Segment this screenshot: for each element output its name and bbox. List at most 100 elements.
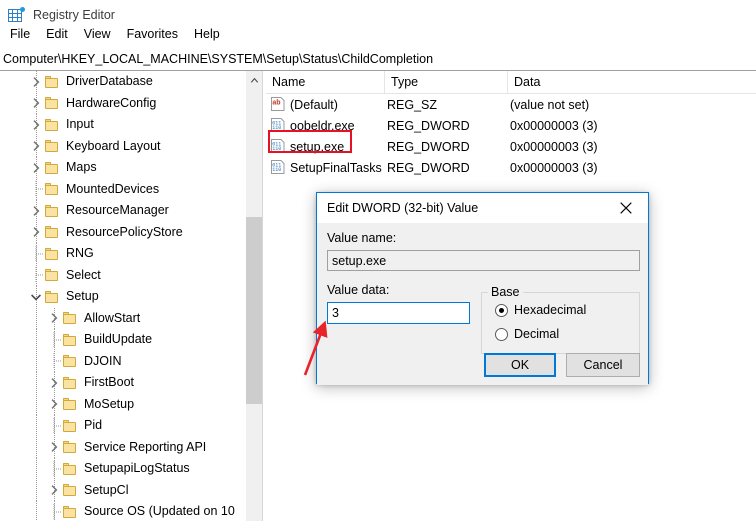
- tree-leaf-connector: [46, 417, 62, 434]
- tree-leaf-connector: [28, 267, 44, 284]
- tree-item-resourcepolicystore[interactable]: ResourcePolicyStore: [0, 221, 245, 243]
- tree-guide-line: [36, 501, 37, 521]
- value-name-field[interactable]: setup.exe: [327, 250, 640, 271]
- tree-guide-line: [36, 307, 37, 329]
- tree-indent-spacer: [0, 232, 28, 233]
- tree-item-source-os-updated-on-10[interactable]: Source OS (Updated on 10: [0, 501, 245, 521]
- tree-leaf-connector: [28, 181, 44, 198]
- tree-guide-line: [36, 329, 37, 351]
- radio-hexadecimal[interactable]: Hexadecimal: [495, 303, 586, 317]
- svg-text:ab: ab: [272, 100, 280, 107]
- tree-item-label: Input: [66, 117, 94, 132]
- cancel-button[interactable]: Cancel: [566, 353, 640, 377]
- radio-decimal-indicator: [495, 327, 508, 341]
- close-icon[interactable]: [604, 193, 648, 222]
- value-name-label: Value name:: [327, 231, 397, 245]
- registry-path: Computer\HKEY_LOCAL_MACHINE\SYSTEM\Setup…: [3, 52, 434, 66]
- chevron-right-icon[interactable]: [28, 95, 44, 111]
- tree-indent-spacer: [0, 490, 46, 491]
- tree-item-maps[interactable]: Maps: [0, 157, 245, 179]
- folder-icon: [44, 181, 60, 197]
- tree-item-label: Keyboard Layout: [66, 138, 161, 153]
- binary-value-icon: 011 110: [270, 138, 286, 154]
- tree-indent-spacer: [0, 468, 46, 469]
- tree-indent-spacer: [0, 382, 46, 383]
- tree-guide-line: [36, 479, 37, 501]
- chevron-down-icon[interactable]: [28, 289, 44, 305]
- chevron-right-icon[interactable]: [46, 375, 62, 391]
- tree-item-label: SetupapiLogStatus: [84, 461, 190, 476]
- tree-item-pid[interactable]: Pid: [0, 415, 245, 437]
- chevron-right-icon[interactable]: [28, 160, 44, 176]
- tree-item-label: HardwareConfig: [66, 95, 157, 110]
- chevron-right-icon[interactable]: [28, 74, 44, 90]
- radio-decimal[interactable]: Decimal: [495, 327, 559, 341]
- chevron-right-icon[interactable]: [46, 310, 62, 326]
- chevron-right-icon[interactable]: [28, 203, 44, 219]
- dialog-title: Edit DWORD (32-bit) Value: [327, 201, 479, 215]
- scroll-up-button[interactable]: [246, 71, 263, 88]
- menu-item-file[interactable]: File: [2, 24, 38, 44]
- tree-item-allowstart[interactable]: AllowStart: [0, 307, 245, 329]
- tree-item-mounteddevices[interactable]: MountedDevices: [0, 178, 245, 200]
- tree-item-resourcemanager[interactable]: ResourceManager: [0, 200, 245, 222]
- column-header-type[interactable]: Type: [385, 71, 508, 93]
- value-data-label: Value data:: [327, 283, 390, 297]
- tree-item-label: DriverDatabase: [66, 74, 153, 89]
- tree-item-setupapilogstatus[interactable]: SetupapiLogStatus: [0, 458, 245, 480]
- tree-item-setup[interactable]: Setup: [0, 286, 245, 308]
- menu-item-edit[interactable]: Edit: [38, 24, 76, 44]
- tree-item-label: Service Reporting API: [84, 439, 207, 454]
- folder-icon: [62, 310, 78, 326]
- tree-item-buildupdate[interactable]: BuildUpdate: [0, 329, 245, 351]
- tree-item-keyboard-layout[interactable]: Keyboard Layout: [0, 135, 245, 157]
- list-column-headers: Name Type Data: [266, 71, 756, 94]
- tree-indent-spacer: [0, 447, 46, 448]
- tree-item-hardwareconfig[interactable]: HardwareConfig: [0, 92, 245, 114]
- ok-button[interactable]: OK: [484, 353, 556, 377]
- menu-item-view[interactable]: View: [76, 24, 119, 44]
- column-header-data[interactable]: Data: [508, 71, 756, 93]
- table-row[interactable]: 011 110 setup.exe REG_DWORD 0x00000003 (3): [266, 136, 756, 157]
- table-row[interactable]: 011 110 oobeldr.exe REG_DWORD 0x00000003 (3): [266, 115, 756, 136]
- tree-leaf-connector: [46, 460, 62, 477]
- tree-item-djoin[interactable]: DJOIN: [0, 350, 245, 372]
- address-bar[interactable]: Computer\HKEY_LOCAL_MACHINE\SYSTEM\Setup…: [0, 48, 756, 71]
- value-name-cell: oobeldr.exe: [290, 118, 355, 133]
- tree-item-select[interactable]: Select: [0, 264, 245, 286]
- registry-tree[interactable]: DriverDatabase HardwareConfig Input Keyboar…: [0, 71, 245, 521]
- binary-value-icon: 011 110: [270, 117, 286, 133]
- chevron-right-icon[interactable]: [46, 439, 62, 455]
- tree-vertical-scrollbar[interactable]: [245, 71, 263, 521]
- chevron-right-icon[interactable]: [28, 138, 44, 154]
- menu-item-favorites[interactable]: Favorites: [119, 24, 186, 44]
- tree-item-mosetup[interactable]: MoSetup: [0, 393, 245, 415]
- folder-icon: [44, 117, 60, 133]
- scroll-thumb[interactable]: [246, 217, 263, 404]
- table-row[interactable]: ab (Default) REG_SZ (value not set): [266, 94, 756, 115]
- tree-indent-spacer: [0, 511, 46, 512]
- window-title: Registry Editor: [33, 8, 115, 22]
- tree-item-driverdatabase[interactable]: DriverDatabase: [0, 71, 245, 93]
- tree-indent-spacer: [0, 296, 28, 297]
- folder-icon: [62, 353, 78, 369]
- table-row[interactable]: 011 110 SetupFinalTasks REG_DWORD 0x00000003…: [266, 157, 756, 178]
- tree-item-input[interactable]: Input: [0, 114, 245, 136]
- column-header-name[interactable]: Name: [266, 71, 385, 93]
- value-data-field[interactable]: 3: [327, 302, 470, 324]
- chevron-right-icon[interactable]: [28, 117, 44, 133]
- tree-item-label: DJOIN: [84, 353, 122, 368]
- value-name-cell: SetupFinalTasks: [290, 160, 382, 175]
- chevron-right-icon[interactable]: [46, 482, 62, 498]
- tree-item-setupcl[interactable]: SetupCl: [0, 479, 245, 501]
- tree-item-firstboot[interactable]: FirstBoot: [0, 372, 245, 394]
- chevron-right-icon[interactable]: [28, 224, 44, 240]
- tree-item-service-reporting-api[interactable]: Service Reporting API: [0, 436, 245, 458]
- menu-item-help[interactable]: Help: [186, 24, 228, 44]
- string-value-icon: ab: [270, 96, 286, 112]
- tree-item-rng[interactable]: RNG: [0, 243, 245, 265]
- chevron-right-icon[interactable]: [46, 396, 62, 412]
- tree-guide-line: [36, 372, 37, 394]
- radio-hexadecimal-indicator: [495, 303, 508, 317]
- tree-guide-line: [36, 458, 37, 480]
